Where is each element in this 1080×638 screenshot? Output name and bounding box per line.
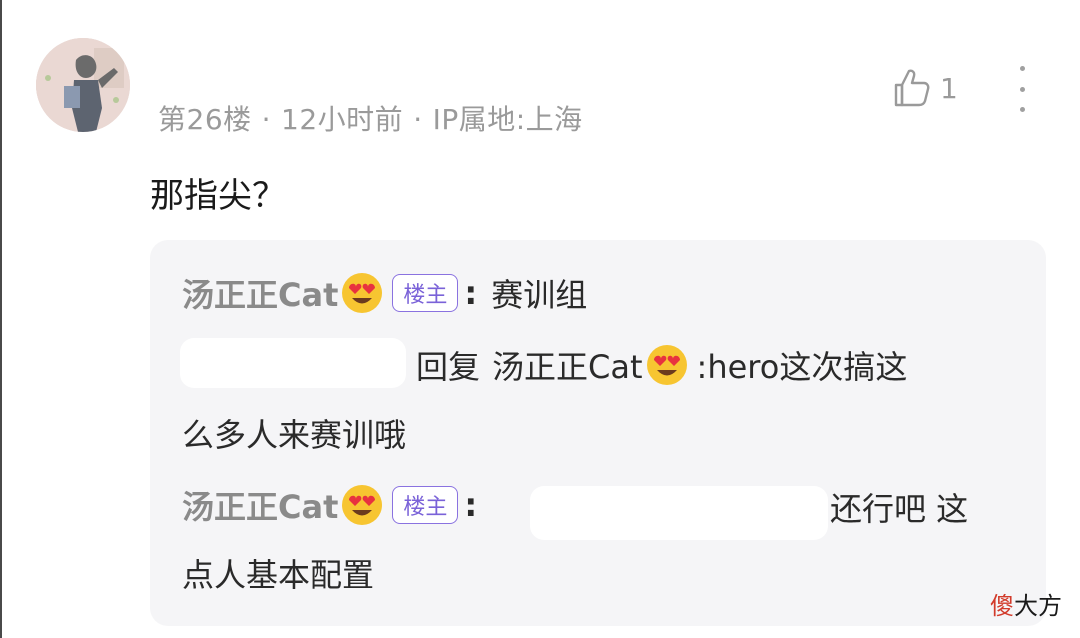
reply-text-continued: 点人基本配置 bbox=[182, 548, 374, 598]
thumbs-up-icon bbox=[894, 69, 930, 107]
more-options-button[interactable] bbox=[1006, 66, 1038, 112]
reply-text: 赛训组 bbox=[491, 276, 588, 314]
reply-text-continued: 么多人来赛训哦 bbox=[182, 408, 406, 458]
reply-author[interactable]: 汤正正Cat bbox=[182, 270, 338, 316]
owner-badge: 楼主 bbox=[392, 274, 459, 312]
floor-number: 第26楼 bbox=[158, 103, 252, 136]
ip-location: IP属地:上海 bbox=[432, 103, 583, 136]
like-button[interactable]: 1 bbox=[890, 66, 958, 110]
colon: : bbox=[464, 274, 478, 312]
meta-separator: · bbox=[261, 103, 272, 136]
more-vertical-icon-dot bbox=[1019, 107, 1025, 112]
reply-text: 还行吧 这 bbox=[830, 490, 969, 528]
heart-eyes-emoji-icon bbox=[342, 273, 383, 313]
redacted-username bbox=[180, 338, 406, 388]
more-vertical-icon-dot bbox=[1019, 66, 1025, 71]
reply-target[interactable]: 汤正正Cat bbox=[492, 342, 643, 388]
colon: : bbox=[464, 486, 478, 524]
reply-text: 么多人来赛训哦 bbox=[182, 416, 407, 454]
reply-thread[interactable]: 汤正正Cat 楼主 : 赛训组 回复 汤正正Cat :hero这次搞这 么多人来… bbox=[150, 240, 1046, 626]
reply-text-tail: 还行吧 这 bbox=[830, 482, 968, 532]
post-time: 12小时前 bbox=[281, 103, 404, 136]
heart-eyes-emoji-icon bbox=[342, 485, 383, 525]
window-edge bbox=[0, 0, 2, 638]
watermark-part: 傻 bbox=[990, 592, 1014, 620]
comment-text: 那指尖？ bbox=[150, 176, 286, 216]
owner-badge: 楼主 bbox=[392, 486, 459, 524]
reply-item[interactable]: 回复 汤正正Cat :hero这次搞这 bbox=[416, 340, 907, 390]
reply-text: :hero这次搞这 bbox=[696, 348, 908, 386]
reply-text: 点人基本配置 bbox=[182, 556, 375, 594]
meta-separator: · bbox=[413, 103, 423, 136]
reply-item[interactable]: 汤正正Cat 楼主 : bbox=[182, 480, 491, 530]
watermark: 傻大方 bbox=[990, 586, 1062, 621]
avatar[interactable] bbox=[36, 38, 130, 132]
watermark-part: 大方 bbox=[1014, 592, 1062, 620]
redacted-text bbox=[530, 486, 828, 540]
reply-author[interactable]: 汤正正Cat bbox=[182, 482, 338, 528]
avatar-image bbox=[36, 38, 130, 132]
post-meta: 第26楼 · 12小时前 · IP属地:上海 bbox=[158, 98, 583, 138]
more-vertical-icon-dot bbox=[1019, 86, 1025, 92]
reply-word: 回复 bbox=[416, 348, 481, 386]
heart-eyes-emoji-icon bbox=[646, 345, 687, 385]
like-count: 1 bbox=[940, 71, 958, 105]
reply-item[interactable]: 汤正正Cat 楼主 : 赛训组 bbox=[182, 268, 587, 318]
